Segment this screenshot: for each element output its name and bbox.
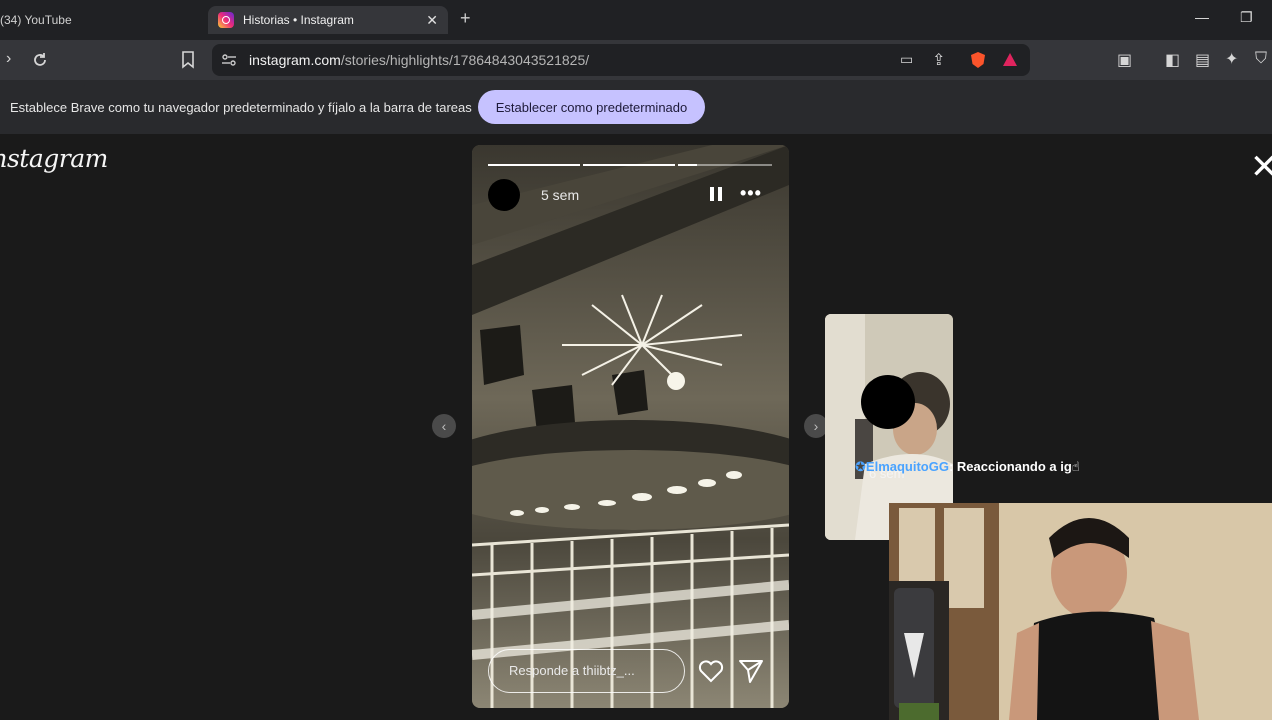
forward-icon[interactable]: › (6, 50, 11, 68)
reload-icon[interactable] (31, 51, 49, 69)
more-options-icon[interactable]: ••• (740, 183, 762, 204)
story-progress-1 (488, 164, 580, 166)
instagram-favicon-icon (218, 12, 234, 28)
minimize-icon[interactable]: — (1195, 9, 1209, 25)
hand-emoji-icon: ☝ (1071, 459, 1080, 474)
instagram-logo[interactable]: Instagram (0, 144, 108, 173)
webcam-video (889, 503, 1272, 720)
url-host: instagram.com (249, 52, 341, 68)
leo-ai-icon[interactable]: ✦ (1225, 49, 1238, 69)
preview-author-avatar (861, 375, 915, 429)
send-share-icon[interactable] (738, 658, 764, 684)
vpn-icon[interactable]: ⛉ (1255, 50, 1267, 68)
new-tab-button[interactable]: + (460, 8, 471, 29)
browser-toolbar: › instagram.com/stories/highlights/17864… (0, 40, 1272, 80)
reading-list-icon[interactable]: ▣ (1117, 50, 1132, 70)
streamer-webcam (889, 503, 1272, 720)
url-text: instagram.com/stories/highlights/1786484… (249, 52, 589, 68)
url-path: /stories/highlights/17864843043521825/ (340, 52, 590, 68)
share-icon[interactable]: ⇪ (932, 50, 945, 70)
story-author-avatar[interactable] (488, 179, 520, 211)
wallet-icon[interactable]: ▤ (1195, 50, 1210, 70)
default-browser-banner: Establece Brave como tu navegador predet… (0, 80, 1272, 134)
chat-username: ElmaquitoGG (865, 459, 949, 474)
reply-placeholder: Responde a thiibtz_... (509, 663, 635, 678)
story-progress-fill (583, 164, 675, 166)
story-progress-fill (488, 164, 580, 166)
tab-label: Historias • Instagram (243, 13, 354, 27)
close-tab-icon[interactable]: ✕ (426, 12, 438, 29)
story-progress-3 (678, 164, 772, 166)
tab-instagram[interactable]: Historias • Instagram ✕ (208, 6, 448, 34)
like-heart-icon[interactable] (698, 659, 724, 683)
sidebar-icon[interactable]: ◧ (1165, 50, 1180, 70)
cast-icon[interactable]: ▭ (900, 51, 913, 68)
address-bar[interactable]: instagram.com/stories/highlights/1786484… (212, 44, 1030, 76)
bookmark-icon[interactable] (181, 51, 195, 69)
story-photo (472, 145, 789, 708)
tab-strip: (34) YouTube Historias • Instagram ✕ + —… (0, 0, 1272, 40)
tab-label: (34) YouTube (0, 13, 72, 27)
brave-shields-icon[interactable] (969, 51, 987, 69)
previous-story-button[interactable]: ‹ (432, 414, 456, 438)
close-stories-icon[interactable]: ✕ (1250, 150, 1272, 184)
tab-youtube[interactable]: (34) YouTube (0, 6, 200, 34)
banner-text: Establece Brave como tu navegador predet… (10, 100, 472, 115)
site-settings-icon[interactable] (221, 53, 237, 67)
brave-rewards-icon[interactable] (1002, 52, 1018, 67)
reply-input[interactable]: Responde a thiibtz_... (488, 649, 685, 693)
chat-badge-icon: ✪ (855, 459, 866, 474)
chat-message: Reaccionando a ig (956, 459, 1072, 474)
story-progress-2 (583, 164, 675, 166)
story-viewer[interactable]: 5 sem ••• Responde a thiibtz_... (472, 145, 789, 708)
story-timestamp: 5 sem (541, 187, 580, 203)
set-default-button[interactable]: Establecer como predeterminado (478, 90, 705, 124)
story-progress-fill (678, 164, 697, 166)
restore-icon[interactable]: ❐ (1240, 9, 1253, 26)
pause-icon[interactable] (710, 187, 722, 201)
stream-chat-overlay: ✪ElmaquitoGG: Reaccionando a ig☝ (855, 459, 1080, 474)
instagram-stories-page: Instagram ✕ ‹ (0, 134, 1272, 720)
